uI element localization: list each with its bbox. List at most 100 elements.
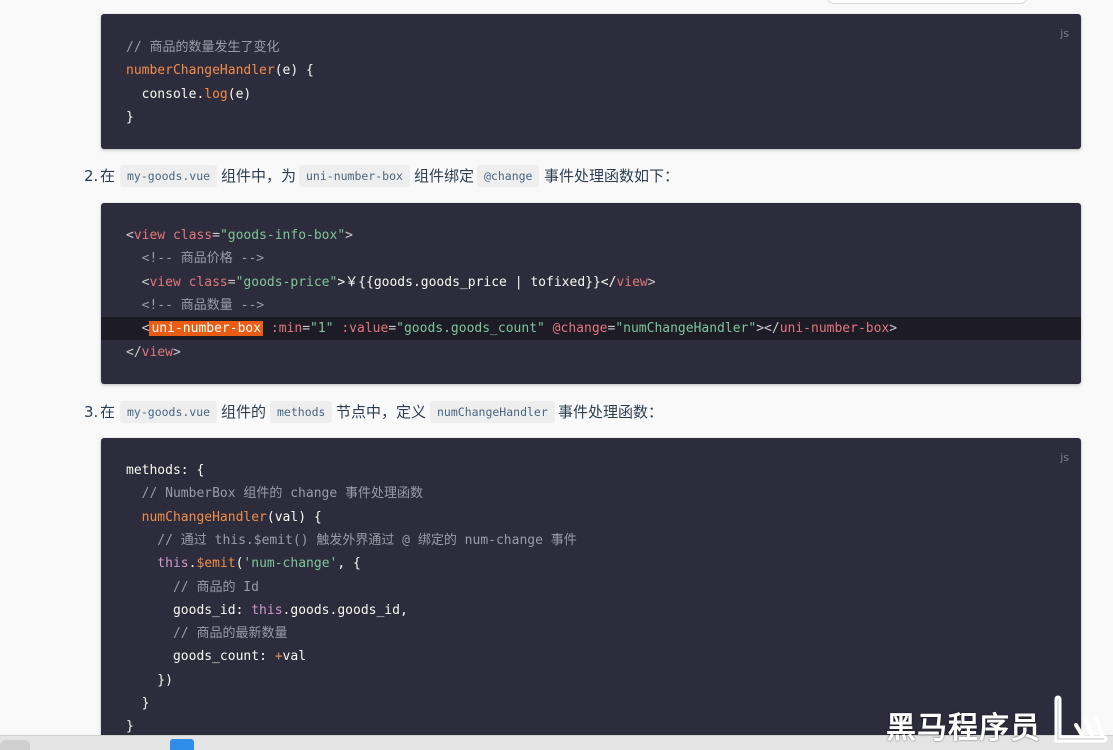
code-token: = [302, 321, 311, 337]
code-text: < uni-number-box :min="1" :value="goods.g… [126, 317, 897, 340]
step-number: 2. [84, 167, 99, 185]
code-token: </ [126, 344, 142, 360]
code-text: // 商品的 Id [126, 576, 259, 599]
code-text: methods: { [126, 459, 204, 482]
code-token: log [204, 86, 228, 102]
watermark-logo-icon [1054, 695, 1108, 743]
inline-code: my-goods.vue [120, 401, 218, 423]
code-token: view [149, 274, 181, 290]
code-token: console. [126, 86, 205, 102]
code-token: methods [126, 463, 181, 478]
code-token: numChangeHandler [126, 509, 267, 525]
code-token: >￥{{goods.goods_price | tofixed}}</ [337, 274, 617, 290]
inline-code: numChangeHandler [430, 401, 555, 423]
step-3: 3. 在 my-goods.vue 组件的 methods 节点中，定义 num… [84, 399, 784, 425]
code-token: < [126, 228, 134, 243]
inline-code: @change [477, 165, 540, 187]
code-token: (e) { [274, 63, 314, 79]
code-token: uni-number-box [149, 321, 264, 337]
code-token: = [227, 274, 236, 290]
inline-code: my-goods.vue [120, 165, 218, 187]
code-token: : [259, 649, 275, 665]
code-token: numberChangeHandler [126, 63, 275, 79]
step-2: 2. 在 my-goods.vue 组件中，为 uni-number-box 组… [84, 163, 784, 189]
code-token: // 商品的数量发生了变化 [126, 40, 280, 55]
code-line: <!-- 商品价格 --> [101, 247, 1081, 270]
code-line: // 商品的数量发生了变化 [101, 36, 1081, 59]
code-token: @change [544, 321, 608, 337]
code-text: } [126, 106, 134, 129]
code-token: } [126, 696, 150, 711]
code-token: < [126, 321, 150, 337]
code-token: (e) [227, 86, 252, 102]
code-token: , { [337, 556, 361, 572]
code-text: <!-- 商品价格 --> [126, 247, 264, 270]
code-text: <view class="goods-price">￥{{goods.goods… [126, 271, 656, 294]
step-text: 组件中，为 [221, 167, 297, 185]
code-token: view [141, 344, 173, 360]
code-token: = [212, 228, 220, 243]
code-token: class [165, 228, 213, 243]
code-line: <view class="goods-info-box"> [101, 224, 1081, 247]
code-token: goods_id [126, 602, 236, 618]
step-text: 事件处理函数： [558, 403, 664, 421]
code-line: <!-- 商品数量 --> [101, 294, 1081, 317]
code-text: }) [126, 669, 173, 692]
code-token: class [180, 274, 228, 290]
taskbar-item[interactable] [0, 740, 30, 750]
code-text: // 通过 this.$emit() 触发外界通过 @ 绑定的 num-chan… [126, 529, 577, 552]
code-text: this.$emit('num-change', { [126, 552, 361, 575]
code-token: val [282, 649, 307, 665]
step-text: 组件的 [221, 403, 267, 421]
code-token: // 商品的 Id [126, 579, 259, 595]
top-search-box[interactable] [826, 0, 1028, 4]
step-number: 3. [84, 403, 99, 421]
code-line: this.$emit('num-change', { [101, 552, 1081, 575]
code-line: numChangeHandler(val) { [101, 506, 1081, 529]
code-text: // 商品的最新数量 [126, 622, 288, 645]
code-token: <!-- 商品数量 --> [126, 297, 265, 313]
code-token: view [133, 228, 166, 243]
code-text: numberChangeHandler(e) { [126, 59, 314, 82]
code-line-highlighted: < uni-number-box :min="1" :value="goods.g… [101, 317, 1081, 341]
code-line: numberChangeHandler(e) { [101, 59, 1081, 82]
step-text: 事件处理函数如下： [544, 167, 680, 185]
code-token: "1" [310, 321, 334, 337]
code-line: } [101, 106, 1081, 129]
code-token: "numChangeHandler" [615, 321, 757, 337]
code-token: < [126, 274, 150, 290]
code-line: <view class="goods-price">￥{{goods.goods… [101, 271, 1081, 294]
code-block-1: js // 商品的数量发生了变化 numberChangeHandler(e) {… [101, 14, 1081, 149]
code-token: }) [126, 672, 173, 688]
code-token: .goods.goods_id, [282, 602, 408, 618]
code-token: // 商品的最新数量 [126, 626, 288, 642]
code-line: goods_id: this.goods.goods_id, [101, 599, 1081, 622]
code-token: "goods.goods_count" [396, 321, 545, 337]
code-line: </view> [101, 341, 1081, 364]
code-text: <view class="goods-info-box"> [126, 224, 353, 247]
code-token: > [172, 344, 181, 360]
code-token: > [889, 321, 898, 337]
code-line: // NumberBox 组件的 change 事件处理函数 [101, 482, 1081, 505]
code-block-3: js methods: { // NumberBox 组件的 change 事件… [101, 438, 1081, 738]
code-line: // 商品的最新数量 [101, 622, 1081, 645]
code-block-2: <view class="goods-info-box"> <!-- 商品价格 … [101, 203, 1081, 384]
code-token: : [235, 602, 252, 618]
code-token: <!-- 商品价格 --> [126, 251, 265, 267]
code-text: console.log(e) [126, 83, 252, 106]
taskbar-app-icon[interactable] [170, 739, 194, 750]
code-text: // NumberBox 组件的 change 事件处理函数 [126, 482, 423, 505]
code-token: : { [180, 463, 205, 478]
inline-code: uni-number-box [299, 165, 410, 187]
code-line: goods_count: +val [101, 645, 1081, 668]
code-token: :value [333, 321, 389, 337]
code-token: 'num-change' [243, 556, 338, 572]
code-token: // 通过 this.$emit() 触发外界通过 @ 绑定的 num-chan… [126, 532, 577, 548]
code-text: // 商品的数量发生了变化 [126, 36, 279, 59]
code-line: // 通过 this.$emit() 触发外界通过 @ 绑定的 num-chan… [101, 529, 1081, 552]
code-line: // 商品的 Id [101, 576, 1081, 599]
code-text: goods_id: this.goods.goods_id, [126, 599, 408, 622]
code-token: goods_count [126, 649, 260, 665]
code-line: }) [101, 669, 1081, 692]
step-text: 节点中，定义 [336, 403, 427, 421]
